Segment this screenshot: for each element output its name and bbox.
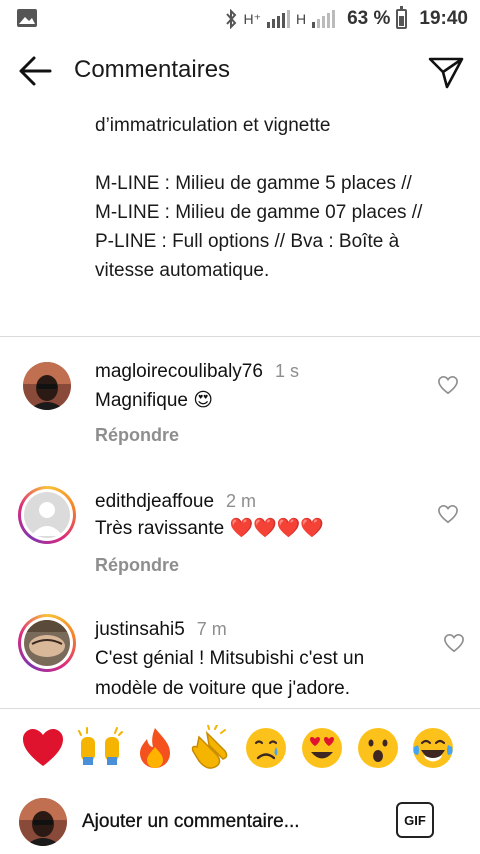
- bluetooth-icon: [226, 9, 237, 29]
- current-user-avatar: [19, 798, 67, 846]
- signal-icon-1: [266, 10, 290, 28]
- comment-time: 7 m: [196, 619, 227, 639]
- username-text[interactable]: justinsahi5: [95, 619, 185, 640]
- comment-compose-bar: GIF: [0, 786, 480, 854]
- comment-text: C'est génial ! Mitsubishi c'est un modèl…: [95, 648, 365, 699]
- reply-button[interactable]: Répondre: [95, 425, 179, 446]
- crying-face-emoji[interactable]: [243, 725, 289, 771]
- page-title: Commentaires: [74, 56, 231, 83]
- arrow-left-icon[interactable]: [14, 50, 56, 92]
- network-type-1: H⁺: [243, 10, 261, 27]
- avatar-photo: [19, 798, 67, 846]
- paper-plane-icon[interactable]: [426, 52, 466, 92]
- comment-text: Très ravissante ❤️❤️❤️❤️: [95, 518, 325, 539]
- avatar[interactable]: [18, 486, 76, 544]
- avatar[interactable]: [23, 362, 71, 410]
- network-type-2: H: [295, 11, 307, 27]
- post-caption: d’immatriculation et vignette M-LINE : M…: [95, 115, 423, 281]
- face-open-mouth-emoji[interactable]: [355, 725, 401, 771]
- emoji-quick-bar: [0, 708, 480, 786]
- comment-username[interactable]: justinsahi5 7 m: [95, 619, 227, 641]
- divider: [0, 336, 480, 337]
- comment-username[interactable]: magloirecoulibaly76 1 s: [95, 361, 299, 383]
- avatar-photo: [23, 362, 71, 410]
- heart-outline-icon[interactable]: [443, 633, 465, 653]
- battery-percent: 63 %: [347, 8, 391, 29]
- gallery-notification-icon: [17, 9, 37, 27]
- avatar-photo: [24, 620, 70, 666]
- fire-emoji[interactable]: [132, 725, 178, 771]
- heart-eyes-emoji[interactable]: [299, 725, 345, 771]
- username-text[interactable]: magloirecoulibaly76: [95, 361, 263, 382]
- header: Commentaires: [0, 38, 480, 104]
- clock: 19:40: [419, 8, 468, 29]
- comment-time: 2 m: [226, 491, 257, 511]
- username-text[interactable]: edithdjeaffoue: [95, 491, 214, 512]
- tears-of-joy-emoji[interactable]: [410, 725, 456, 771]
- battery-icon: [396, 6, 408, 29]
- heart-outline-icon[interactable]: [437, 504, 459, 524]
- signal-icon-2: [312, 10, 336, 28]
- gif-button[interactable]: GIF: [396, 802, 434, 838]
- heart-outline-icon[interactable]: [437, 375, 459, 395]
- comment-time: 1 s: [274, 361, 299, 381]
- clapping-hands-emoji[interactable]: [187, 725, 233, 771]
- comment-input[interactable]: [82, 806, 372, 838]
- comment-text: Magnifique 😍: [95, 390, 214, 411]
- comment-username[interactable]: edithdjeaffoue 2 m: [95, 491, 256, 513]
- default-avatar-icon: [24, 492, 70, 538]
- avatar[interactable]: [18, 614, 76, 672]
- reply-button[interactable]: Répondre: [95, 555, 179, 576]
- raising-hands-emoji[interactable]: [77, 725, 123, 771]
- red-heart-emoji[interactable]: [20, 725, 66, 771]
- status-bar: H⁺ H 63 % 19:40: [0, 0, 480, 38]
